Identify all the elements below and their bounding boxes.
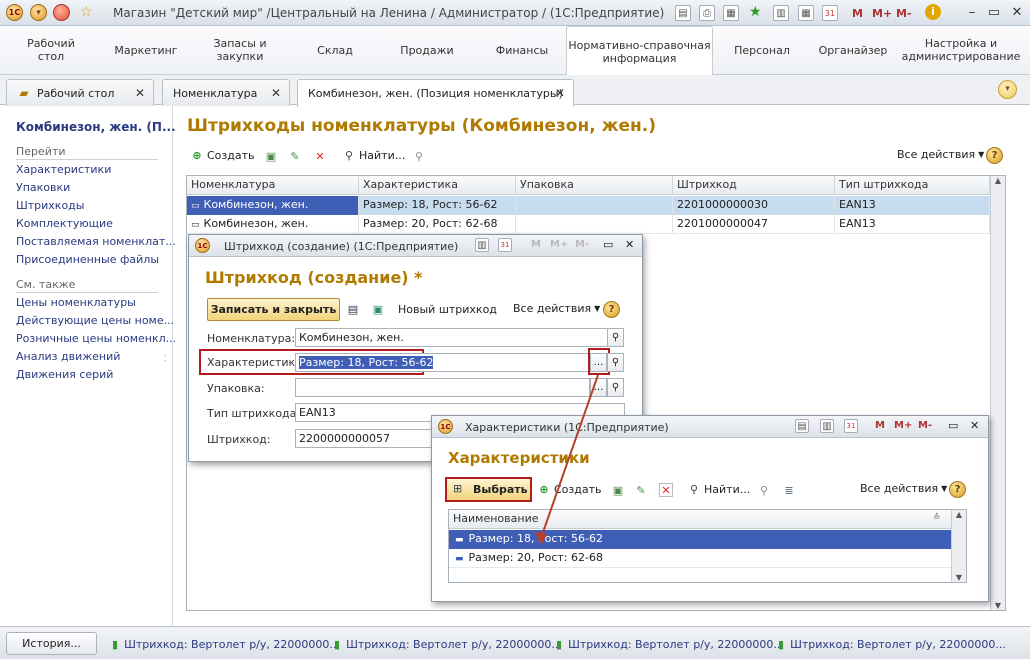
barcode-icon: ▮ [334, 637, 341, 651]
taskbar-item-label: Штрихкод: Вертолет р/у, 22000000... [346, 637, 562, 651]
history-button[interactable]: История... [6, 632, 97, 655]
taskbar-item-label: Штрихкод: Вертолет р/у, 22000000... [790, 637, 1006, 651]
barcode-icon: ▮ [778, 637, 785, 651]
taskbar-item[interactable]: ▮ Штрихкод: Вертолет р/у, 22000000... [334, 633, 562, 655]
annotation-arrow [535, 374, 599, 545]
taskbar-item-label: Штрихкод: Вертолет р/у, 22000000... [568, 637, 784, 651]
taskbar-item[interactable]: ▮ Штрихкод: Вертолет р/у, 22000000... [556, 633, 784, 655]
barcode-icon: ▮ [556, 637, 563, 651]
taskbar-item-label: Штрихкод: Вертолет р/у, 22000000... [124, 637, 340, 651]
taskbar-item[interactable]: ▮ Штрихкод: Вертолет р/у, 22000000... [778, 633, 1006, 655]
taskbar-item[interactable]: ▮ Штрихкод: Вертолет р/у, 22000000... [112, 633, 340, 655]
taskbar: История... ▮ Штрихкод: Вертолет р/у, 2200… [0, 626, 1030, 659]
barcode-icon: ▮ [112, 637, 119, 651]
